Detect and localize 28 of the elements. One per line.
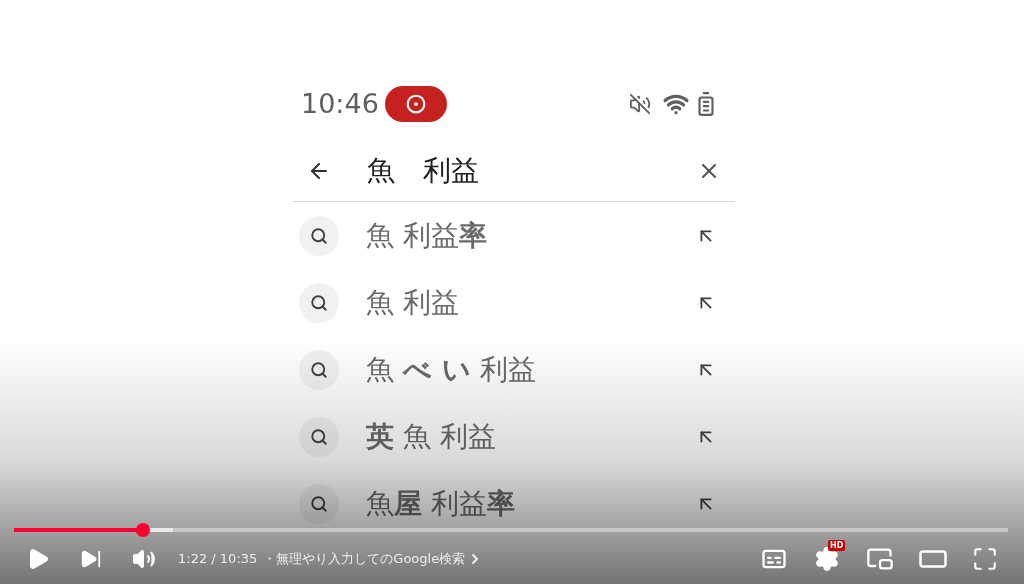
- search-icon: [299, 416, 339, 457]
- fullscreen-icon[interactable]: [972, 546, 998, 572]
- time-display: 1:22 / 10:35: [178, 550, 258, 569]
- suggestion-item[interactable]: 魚 利益率: [293, 202, 735, 269]
- suggestion-item[interactable]: 魚屋 利益率: [293, 470, 735, 537]
- search-icon: [299, 349, 339, 390]
- status-time: 10:46: [301, 86, 379, 121]
- next-icon[interactable]: [80, 548, 102, 570]
- suggestion-item[interactable]: 魚 利益: [293, 269, 735, 336]
- search-icon: [299, 483, 339, 524]
- suggestion-text: 魚 べ い 利益: [366, 351, 537, 388]
- volume-icon[interactable]: [132, 547, 156, 571]
- suggestion-text: 魚 利益率: [366, 217, 488, 254]
- suggestion-text: 魚屋 利益率: [366, 485, 516, 522]
- hd-badge: HD: [828, 540, 846, 551]
- suggestion-text: 英 魚 利益: [366, 418, 497, 455]
- chapter-title[interactable]: ・無理やり入力してのGoogle検索: [263, 549, 466, 569]
- screen-record-icon: [384, 86, 447, 122]
- search-icon: [299, 282, 339, 323]
- mute-icon: [629, 93, 651, 115]
- settings-icon[interactable]: [814, 546, 840, 572]
- search-icon: [299, 215, 339, 256]
- progress-track[interactable]: [14, 528, 1008, 532]
- suggestion-text: 魚 利益: [366, 284, 460, 321]
- suggestion-item[interactable]: 英 魚 利益: [293, 403, 735, 470]
- progress-handle[interactable]: [136, 523, 151, 537]
- search-field[interactable]: 魚 利益: [367, 149, 697, 192]
- suggestion-item[interactable]: 魚 べ い 利益: [293, 336, 735, 403]
